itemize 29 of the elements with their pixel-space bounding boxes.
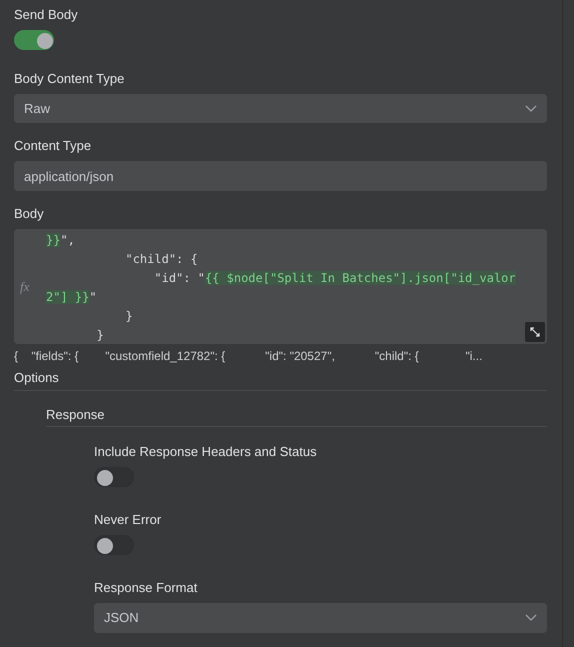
select-field[interactable]: JSON: [94, 602, 547, 633]
code-line: "child": {: [124, 250, 198, 268]
toggle-switch[interactable]: [94, 534, 134, 555]
field-label: Body Content Type: [14, 70, 126, 88]
field-label: Body: [14, 204, 45, 223]
field-label: Response Format: [94, 578, 198, 597]
fx-icon: fx: [20, 278, 30, 295]
field-label: Send Body: [14, 6, 79, 24]
select-value: JSON: [104, 610, 140, 626]
input-field[interactable]: application/json: [14, 161, 547, 191]
field-label: Never Error: [94, 510, 162, 529]
code-line: }: [96, 326, 104, 344]
field-label: Include Response Headers and Status: [94, 442, 318, 461]
toggle-switch[interactable]: [94, 466, 134, 487]
expand-icon[interactable]: [525, 322, 545, 342]
code-line: 2"] }}": [46, 288, 97, 306]
field-label: Content Type: [14, 137, 92, 156]
code-line: "id": "{{ $node["Split In Batches"].json["id_valor: [153, 270, 516, 287]
body-preview: { "fields": { "customfield_12782": { "id": "20527", "child": { "i...: [14, 349, 484, 363]
select-field[interactable]: Raw: [14, 94, 547, 124]
section-heading: Options: [14, 370, 547, 391]
section-heading: Response: [46, 406, 547, 427]
code-line: }}",: [46, 232, 75, 249]
chevron-down-icon: [525, 105, 537, 112]
chevron-down-icon: [525, 614, 537, 622]
select-value: Raw: [24, 101, 52, 116]
code-line: }: [124, 308, 133, 325]
toggle-switch[interactable]: [14, 30, 54, 50]
code-editor[interactable]: fx }}", "child": { "id": "{{ $node["Split In Batches"].json["id_valor 2"] }}" } }: [14, 228, 547, 344]
